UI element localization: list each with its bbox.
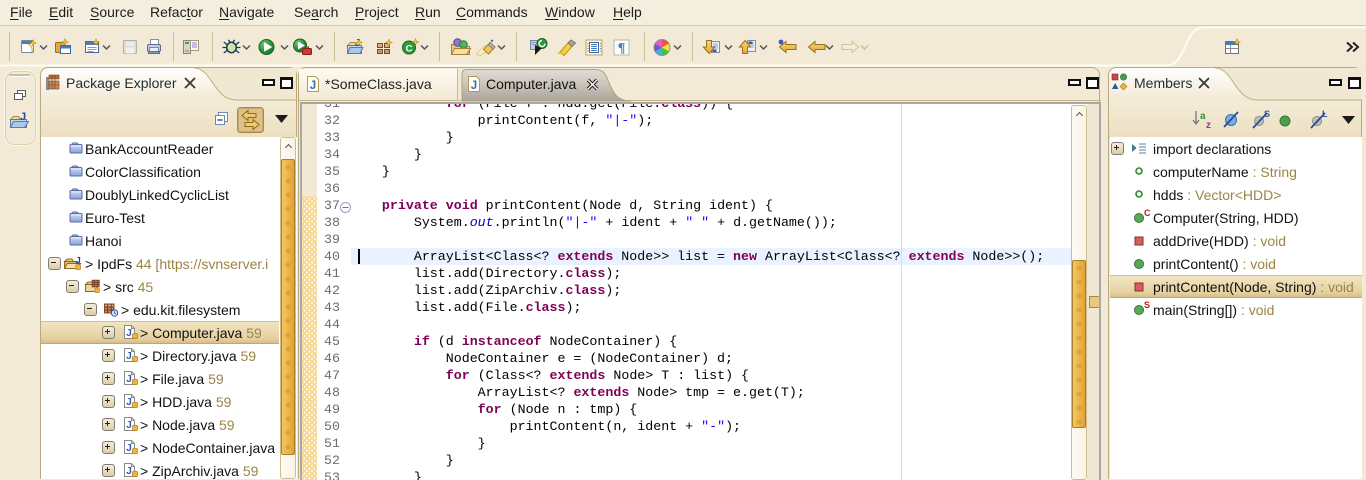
svg-text:J: J <box>310 80 316 92</box>
svg-text:z: z <box>1206 120 1211 131</box>
svg-text:¶: ¶ <box>618 41 626 56</box>
svg-text:C: C <box>406 44 413 55</box>
svg-text:J: J <box>20 111 26 123</box>
svg-text:J: J <box>471 80 477 92</box>
svg-text:S: S <box>1144 301 1150 310</box>
svg-text:C: C <box>1144 209 1151 218</box>
